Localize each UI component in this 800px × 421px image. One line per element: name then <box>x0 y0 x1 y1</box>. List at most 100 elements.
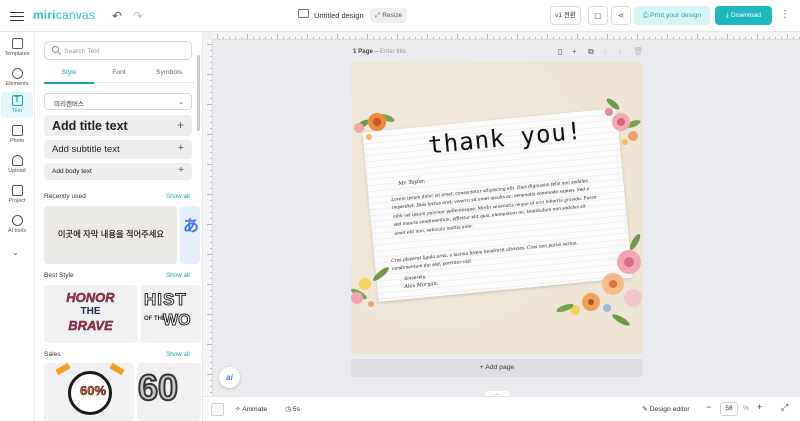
ruler-tick <box>210 236 212 237</box>
rail-item-text[interactable]: T Text <box>1 92 33 118</box>
resize-button[interactable]: ⤢ Resize <box>370 8 408 23</box>
ruler-tick <box>475 37 476 39</box>
font-select[interactable]: 미리캔버스 ⌄ <box>44 93 192 110</box>
ruler-tick <box>529 37 530 39</box>
ai-assistant-button[interactable]: ai <box>219 367 240 388</box>
ruler-tick <box>649 37 650 39</box>
ruler-tick <box>415 37 416 39</box>
ruler-tick <box>595 37 596 39</box>
zoom-in-button[interactable]: + <box>757 402 762 412</box>
rail-item-photo[interactable]: Photo <box>1 125 33 144</box>
rail-item-elements[interactable]: Elements <box>1 68 33 87</box>
rail-item-ai-tools[interactable]: AI tools <box>1 215 33 234</box>
page-label[interactable]: 1 Page – Enter title <box>353 48 406 55</box>
document-title[interactable]: Untitled design <box>314 11 364 20</box>
sales-style-60[interactable]: 60 <box>137 363 201 421</box>
rail-item-project[interactable]: Project <box>1 185 33 204</box>
ruler-tick <box>745 37 746 39</box>
fullscreen-icon[interactable]: ⤢ <box>781 402 788 413</box>
flower-decorations[interactable] <box>351 62 643 354</box>
panel-scrollbar[interactable] <box>197 55 200 131</box>
best-style-history[interactable]: HIST OF THE WO <box>141 285 201 343</box>
ruler-tick <box>727 34 728 39</box>
search-input[interactable] <box>64 45 184 57</box>
ruler-tick <box>210 356 212 357</box>
recent-style-glyph: あ <box>183 218 200 235</box>
ruler-tick <box>445 37 446 39</box>
design-page[interactable]: thank you! Mr. Taylor, Lorem ipsum dolor… <box>351 62 643 354</box>
ruler-tick <box>210 380 212 381</box>
ruler-vertical <box>203 40 213 396</box>
folder-icon[interactable] <box>298 9 309 18</box>
add-page-icon[interactable]: + <box>572 47 577 56</box>
ruler-tick <box>367 34 368 39</box>
ruler-tick <box>207 44 212 45</box>
ruler-tick <box>655 37 656 39</box>
more-options-icon[interactable]: ⋮ <box>780 9 790 20</box>
menu-icon[interactable] <box>10 9 24 23</box>
zoom-value-input[interactable]: 58 <box>720 402 738 416</box>
page-notes-icon[interactable]: ▯ <box>558 47 562 56</box>
ruler-tick <box>427 34 428 39</box>
move-down-icon[interactable]: ↓ <box>618 47 622 56</box>
rail-item-templates[interactable]: Templates <box>1 38 33 57</box>
ruler-tick <box>210 122 212 123</box>
ruler-tick <box>253 37 254 39</box>
ruler-tick <box>781 37 782 39</box>
history-line-1: HIST <box>144 290 187 310</box>
tab-style[interactable]: Style <box>44 69 94 76</box>
ruler-tick <box>751 37 752 39</box>
ruler-tick <box>210 146 212 147</box>
ruler-tick <box>481 37 482 39</box>
add-subtitle-text-button[interactable]: Add subtitle text + <box>44 140 192 159</box>
page-title-input[interactable]: Enter title <box>380 48 406 55</box>
duration-button[interactable]: ◷ 5s <box>285 405 300 413</box>
tab-font[interactable]: Font <box>94 69 144 76</box>
best-style-honor-brave[interactable]: HONOR THE BRAVE <box>44 285 137 343</box>
ruler-tick <box>589 37 590 39</box>
ruler-tick <box>307 34 308 39</box>
show-all-sales-link[interactable]: Show all <box>166 351 190 358</box>
recent-text-style-1[interactable]: 이곳에 자막 내용을 적어주세요 <box>44 206 177 264</box>
add-body-text-button[interactable]: Add body text + <box>44 163 192 180</box>
ruler-tick <box>661 37 662 39</box>
zoom-out-button[interactable]: − <box>706 402 711 412</box>
delete-page-icon[interactable]: 🗑 <box>633 47 643 56</box>
upload-icon <box>11 155 23 166</box>
zoom-unit: % <box>743 405 750 412</box>
show-all-recent-link[interactable]: Show all <box>166 193 190 200</box>
tab-symbols[interactable]: Symbols <box>144 69 194 76</box>
comment-icon[interactable]: ▢ <box>588 6 608 25</box>
version-switch-button[interactable]: v1 전환 <box>550 6 581 25</box>
animate-button[interactable]: ✧ Animate <box>235 405 267 413</box>
add-title-text-button[interactable]: Add title text + <box>44 115 192 136</box>
ruler-tick <box>210 260 212 261</box>
print-design-button[interactable]: ⎙ Print your design <box>634 6 710 25</box>
ruler-tick <box>210 320 212 321</box>
move-up-icon[interactable]: ↑ <box>603 47 607 56</box>
undo-icon[interactable]: ↶ <box>112 9 122 23</box>
duplicate-page-icon[interactable]: ⧉ <box>588 47 594 57</box>
ruler-tick <box>373 37 374 39</box>
ruler-tick <box>207 374 212 375</box>
ruler-tick <box>210 212 212 213</box>
ruler-tick <box>210 200 212 201</box>
show-all-best-link[interactable]: Show all <box>166 272 190 279</box>
ruler-tick <box>210 278 212 279</box>
background-color-swatch[interactable] <box>211 403 224 416</box>
sales-style-clock[interactable]: 60% <box>44 363 134 421</box>
rail-item-upload[interactable]: Upload <box>1 155 33 174</box>
recent-text-style-2[interactable]: あ <box>180 206 200 264</box>
redo-icon[interactable]: ↷ <box>133 9 143 23</box>
add-subtitle-label: Add subtitle text <box>52 144 120 155</box>
ruler-tick <box>207 254 212 255</box>
design-editor-button[interactable]: ✎ Design editor <box>642 405 690 413</box>
download-button[interactable]: ⤓ Download <box>715 6 772 25</box>
ruler-tick <box>715 37 716 39</box>
chevron-down-icon[interactable]: ⌄ <box>12 248 19 257</box>
chevron-down-icon: ⌄ <box>178 99 184 106</box>
share-icon[interactable]: ⋖ <box>611 6 631 25</box>
ruler-tick <box>277 34 278 39</box>
add-page-button[interactable]: + Add page <box>351 359 643 377</box>
logo[interactable]: miricanvas <box>33 8 95 22</box>
